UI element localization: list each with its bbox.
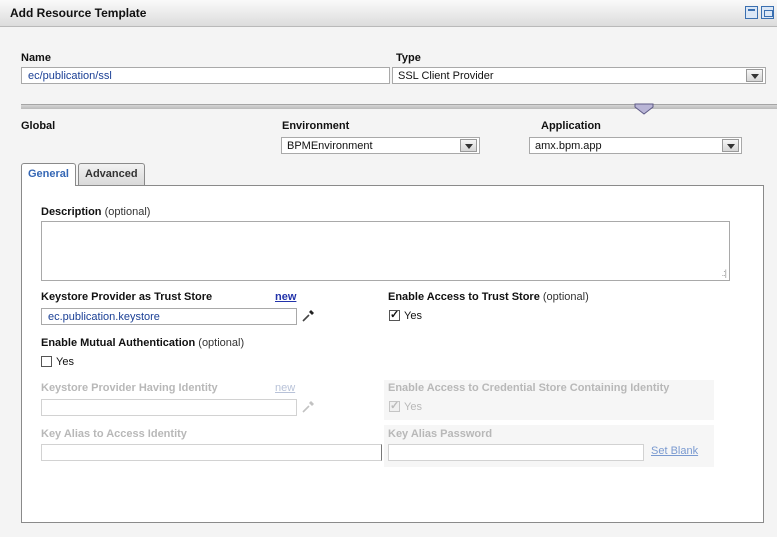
tab-advanced[interactable]: Advanced bbox=[78, 163, 145, 185]
enable-trust-yes: Yes bbox=[404, 310, 422, 322]
keystore-trust-input[interactable]: ec.publication.keystore bbox=[41, 308, 297, 325]
type-label: Type bbox=[396, 52, 421, 64]
application-select-value: amx.bpm.app bbox=[535, 140, 602, 152]
environment-select-value: BPMEnvironment bbox=[287, 140, 373, 152]
type-select-value: SSL Client Provider bbox=[398, 70, 494, 82]
name-label: Name bbox=[21, 52, 51, 64]
restore-icon[interactable] bbox=[761, 6, 774, 19]
window-title: Add Resource Template bbox=[10, 6, 147, 20]
credential-store-label: Enable Access to Credential Store Contai… bbox=[388, 382, 670, 394]
keystore-identity-input[interactable] bbox=[41, 399, 297, 416]
keystore-trust-new-link[interactable]: new bbox=[275, 291, 296, 303]
window-titlebar: Add Resource Template bbox=[0, 0, 777, 27]
type-select[interactable]: SSL Client Provider bbox=[392, 67, 766, 84]
global-label: Global bbox=[21, 120, 56, 132]
mutual-auth-yes: Yes bbox=[56, 356, 74, 368]
mutual-auth-checkbox[interactable] bbox=[41, 356, 52, 367]
eyedropper-icon[interactable] bbox=[301, 309, 315, 323]
key-alias-password-label: Key Alias Password bbox=[388, 428, 493, 440]
resize-grip-icon[interactable]: .:| bbox=[722, 268, 727, 278]
enable-trust-label: Enable Access to Trust Store (optional) bbox=[388, 291, 589, 303]
chevron-down-icon[interactable] bbox=[722, 139, 739, 152]
mutual-auth-checkbox-row[interactable]: Yes bbox=[41, 356, 74, 368]
key-alias-label: Key Alias to Access Identity bbox=[41, 428, 187, 440]
credential-store-yes: Yes bbox=[404, 401, 422, 413]
application-label: Application bbox=[541, 120, 601, 132]
credential-store-checkbox[interactable]: ✓ bbox=[389, 400, 400, 412]
enable-trust-checkbox[interactable]: ✓ bbox=[389, 309, 400, 321]
keystore-identity-new-link[interactable]: new bbox=[275, 382, 295, 394]
key-alias-password-input[interactable] bbox=[388, 444, 644, 461]
optional-text: (optional) bbox=[104, 206, 151, 218]
application-select[interactable]: amx.bpm.app bbox=[529, 137, 742, 154]
mutual-auth-label: Enable Mutual Authentication (optional) bbox=[41, 337, 245, 349]
checkmark-icon: ✓ bbox=[390, 309, 400, 321]
scope-slider-track[interactable] bbox=[21, 104, 777, 109]
slider-thumb-icon[interactable] bbox=[634, 103, 654, 115]
description-label: Description (optional) bbox=[41, 206, 151, 218]
keystore-trust-label: Keystore Provider as Trust Store bbox=[41, 291, 213, 303]
checkmark-icon: ✓ bbox=[390, 400, 400, 412]
chevron-down-icon[interactable] bbox=[460, 139, 477, 152]
tab-general[interactable]: General bbox=[21, 163, 76, 186]
eyedropper-icon[interactable] bbox=[301, 400, 315, 414]
name-input[interactable]: ec/publication/ssl bbox=[21, 67, 390, 84]
environment-select[interactable]: BPMEnvironment bbox=[281, 137, 480, 154]
optional-text: (optional) bbox=[198, 337, 245, 349]
optional-text: (optional) bbox=[542, 291, 589, 303]
environment-label: Environment bbox=[282, 120, 350, 132]
chevron-down-icon[interactable] bbox=[746, 69, 763, 82]
credential-store-checkbox-row[interactable]: ✓ Yes bbox=[389, 400, 422, 413]
enable-trust-checkbox-row[interactable]: ✓ Yes bbox=[389, 309, 422, 322]
key-alias-input[interactable] bbox=[41, 444, 382, 461]
description-textarea[interactable]: .:| bbox=[41, 221, 730, 281]
set-blank-password-link[interactable]: Set Blank bbox=[651, 445, 698, 457]
minimize-icon[interactable] bbox=[745, 6, 758, 19]
keystore-identity-label: Keystore Provider Having Identity bbox=[41, 382, 218, 394]
